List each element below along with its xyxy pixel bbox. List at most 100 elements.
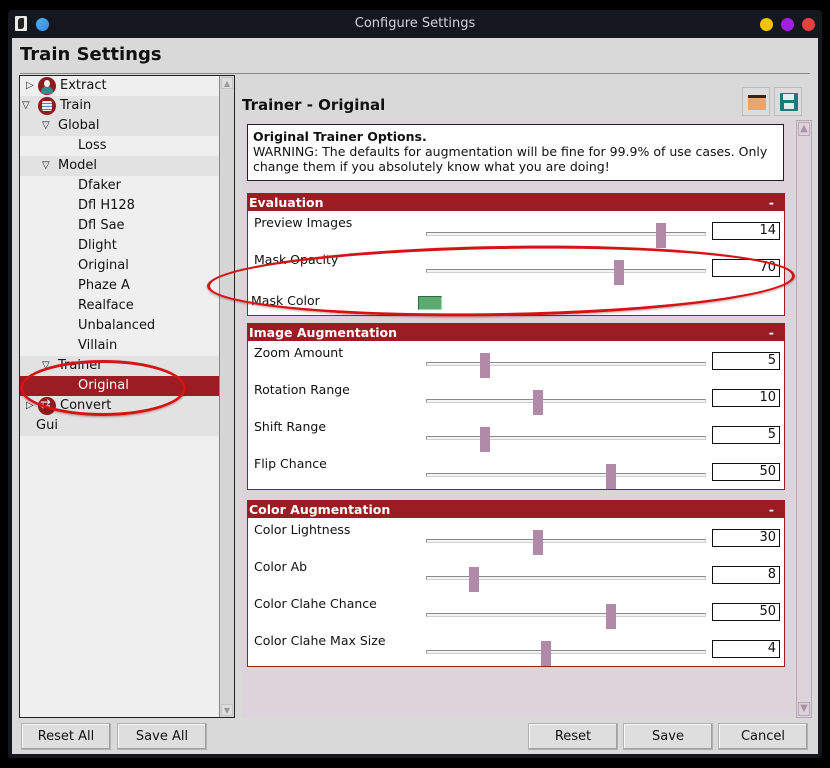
minimize-button[interactable] (760, 18, 773, 31)
color-clahe-max-size-input[interactable]: 4 (712, 640, 780, 658)
reset-button[interactable]: Reset (528, 723, 618, 750)
scroll-down-button[interactable]: ▼ (798, 702, 810, 716)
color-ab-slider[interactable] (426, 567, 706, 592)
tree-item-train[interactable]: ▽ Train (20, 96, 219, 116)
tree-item-original[interactable]: Original (20, 376, 219, 396)
flip-chance-input[interactable]: 50 (712, 463, 780, 481)
tree-item-dfl-h128[interactable]: Dfl H128 (20, 196, 219, 216)
tree-item-loss[interactable]: Loss (20, 136, 219, 156)
close-button[interactable] (802, 18, 815, 31)
group-title: Color Augmentation (249, 502, 391, 517)
collapse-arrow-icon[interactable]: ▽ (42, 156, 50, 176)
tree-item-convert[interactable]: ▷ Convert (20, 396, 219, 416)
tree-item-label: Trainer (58, 358, 103, 373)
zoom-amount-input[interactable]: 5 (712, 352, 780, 370)
tree-item-original[interactable]: Original (20, 256, 219, 276)
slider-track[interactable] (426, 269, 706, 273)
tree-item-unbalanced[interactable]: Unbalanced (20, 316, 219, 336)
preview-images-slider[interactable] (426, 223, 706, 248)
zoom-amount-slider[interactable] (426, 353, 706, 378)
tree-item-gui[interactable]: Gui (20, 416, 219, 436)
slider-track[interactable] (426, 539, 706, 543)
scroll-up-button[interactable]: ▲ (798, 122, 810, 136)
cancel-button[interactable]: Cancel (718, 723, 808, 750)
info-text: WARNING: The defaults for augmentation w… (253, 144, 768, 174)
slider-thumb[interactable] (656, 223, 667, 248)
group-title: Image Augmentation (249, 325, 397, 340)
load-button[interactable] (742, 87, 770, 116)
slider-thumb[interactable] (479, 427, 490, 452)
save-button[interactable]: Save (623, 723, 713, 750)
slider-track[interactable] (426, 362, 706, 366)
mask-color-picker[interactable] (418, 296, 442, 310)
scroll-up-button[interactable]: ▲ (221, 77, 233, 89)
tree-item-dfaker[interactable]: Dfaker (20, 176, 219, 196)
preview-images-input[interactable]: 14 (712, 222, 780, 240)
flip-chance-slider[interactable] (426, 464, 706, 489)
extract-icon (38, 77, 56, 95)
color-ab-input[interactable]: 8 (712, 566, 780, 584)
option-color-clahe-chance: Color Clahe Chance 50 (248, 592, 784, 629)
collapse-arrow-icon[interactable]: ▽ (42, 116, 50, 136)
slider-thumb[interactable] (605, 604, 616, 629)
reset-all-button[interactable]: Reset All (21, 723, 111, 750)
expand-arrow-icon[interactable]: ▷ (26, 396, 34, 416)
rotation-range-input[interactable]: 10 (712, 389, 780, 407)
tree-item-label: Global (58, 118, 100, 133)
color-clahe-chance-slider[interactable] (426, 604, 706, 629)
collapse-group-button[interactable]: - (769, 501, 774, 518)
slider-thumb[interactable] (468, 567, 479, 592)
collapse-group-button[interactable]: - (769, 324, 774, 341)
tree-item-label: Dlight (78, 238, 117, 253)
tree-item-villain[interactable]: Villain (20, 336, 219, 356)
group-evaluation: Evaluation - Preview Images 14 Mask Opacity 7… (247, 193, 785, 316)
slider-track[interactable] (426, 436, 706, 440)
slider-track[interactable] (426, 473, 706, 477)
rotation-range-slider[interactable] (426, 390, 706, 415)
shift-range-slider[interactable] (426, 427, 706, 452)
color-clahe-chance-input[interactable]: 50 (712, 603, 780, 621)
tree-item-trainer[interactable]: ▽ Trainer (20, 356, 219, 376)
slider-thumb[interactable] (605, 464, 616, 489)
slider-track[interactable] (426, 650, 706, 654)
expand-arrow-icon[interactable]: ▷ (26, 76, 34, 96)
slider-thumb[interactable] (533, 530, 543, 555)
tree-item-label: Convert (60, 398, 112, 413)
collapse-group-button[interactable]: - (769, 194, 774, 211)
train-icon (38, 97, 56, 115)
tree-item-global[interactable]: ▽ Global (20, 116, 219, 136)
color-lightness-slider[interactable] (426, 530, 706, 555)
option-label: Preview Images (254, 215, 353, 230)
option-mask-color: Mask Color (248, 285, 784, 315)
mask-opacity-slider[interactable] (426, 260, 706, 285)
options-scrollbar[interactable]: ▲ ▼ (796, 120, 812, 718)
tree-item-extract[interactable]: ▷ Extract (20, 76, 219, 96)
tree-item-dlight[interactable]: Dlight (20, 236, 219, 256)
slider-track[interactable] (426, 613, 706, 617)
collapse-arrow-icon[interactable]: ▽ (22, 96, 30, 116)
slider-thumb[interactable] (479, 353, 490, 378)
folder-icon (748, 95, 766, 110)
color-clahe-max-size-slider[interactable] (426, 641, 706, 666)
save-to-file-button[interactable] (774, 87, 802, 116)
tree-item-realface[interactable]: Realface (20, 296, 219, 316)
save-all-button[interactable]: Save All (117, 723, 207, 750)
mask-opacity-input[interactable]: 70 (712, 259, 780, 277)
slider-thumb[interactable] (614, 260, 625, 285)
tree-item-phaze-a[interactable]: Phaze A (20, 276, 219, 296)
slider-thumb[interactable] (533, 390, 543, 415)
tree-item-dfl-sae[interactable]: Dfl Sae (20, 216, 219, 236)
slider-thumb[interactable] (541, 641, 552, 666)
tree-item-label: Realface (78, 298, 134, 313)
option-label: Flip Chance (254, 456, 327, 471)
slider-track[interactable] (426, 399, 706, 403)
scroll-down-button[interactable]: ▼ (221, 704, 233, 716)
tree-scrollbar[interactable]: ▲ ▼ (219, 76, 234, 717)
tree-item-label: Train (60, 98, 92, 113)
option-preview-images: Preview Images 14 (248, 211, 784, 248)
tree-item-model[interactable]: ▽ Model (20, 156, 219, 176)
maximize-button[interactable] (781, 18, 794, 31)
color-lightness-input[interactable]: 30 (712, 529, 780, 547)
shift-range-input[interactable]: 5 (712, 426, 780, 444)
collapse-arrow-icon[interactable]: ▽ (42, 356, 50, 376)
